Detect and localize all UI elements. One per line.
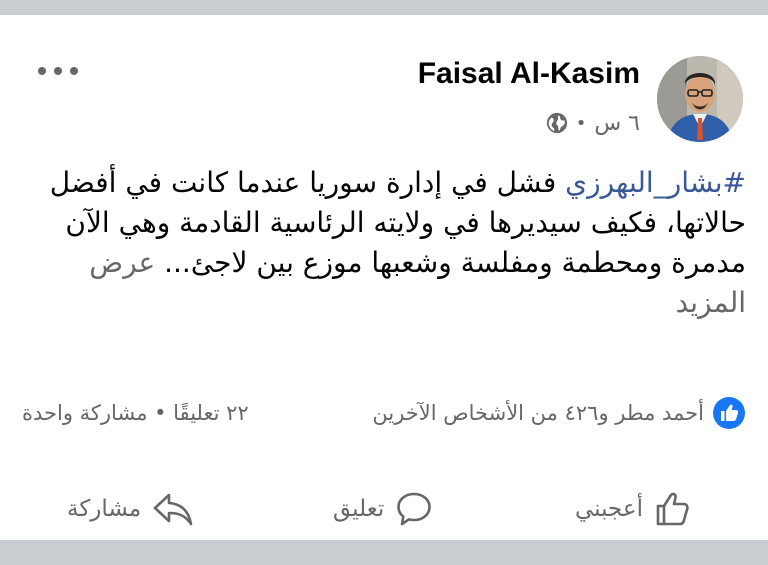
post-stats: أحمد مطر و٤٢٦ من الأشخاص الآخرين ٢٢ تعلي… (22, 395, 746, 431)
comment-label: تعليق (333, 496, 385, 522)
meta-separator: • (575, 112, 587, 134)
post-card: Faisal Al-Kasim ٦ س • #بشار_البهرزي فشل … (0, 15, 768, 540)
reactions-summary[interactable]: أحمد مطر و٤٢٦ من الأشخاص الآخرين (372, 396, 746, 430)
globe-icon[interactable] (546, 112, 568, 134)
post-text: #بشار_البهرزي فشل في إدارة سوريا عندما ك… (40, 163, 746, 323)
like-label: أعجبني (575, 496, 644, 522)
reactions-text: أحمد مطر و٤٢٦ من الأشخاص الآخرين (372, 401, 704, 425)
more-options-button[interactable] (38, 61, 78, 81)
avatar-image (657, 56, 743, 142)
author-avatar[interactable] (657, 56, 743, 142)
like-button[interactable]: أعجبني (575, 485, 693, 533)
comment-bubble-icon (397, 492, 432, 526)
post-meta: ٦ س • (546, 109, 640, 137)
share-label: مشاركة (67, 496, 142, 522)
action-bar: أعجبني تعليق مشاركة (0, 485, 768, 533)
share-button[interactable]: مشاركة (67, 485, 195, 533)
author-name[interactable]: Faisal Al-Kasim (418, 57, 640, 91)
share-arrow-icon (153, 493, 193, 526)
more-dot (38, 67, 46, 75)
comments-shares-count[interactable]: ٢٢ تعليقًا • مشاركة واحدة (22, 401, 249, 425)
like-reaction-icon (713, 397, 745, 429)
hashtag-link[interactable]: #بشار_البهرزي (565, 166, 746, 199)
more-dot (70, 67, 78, 75)
post-time[interactable]: ٦ س (594, 111, 640, 136)
comment-button[interactable]: تعليق (333, 485, 434, 533)
more-dot (54, 67, 62, 75)
thumbs-up-icon (656, 492, 689, 526)
